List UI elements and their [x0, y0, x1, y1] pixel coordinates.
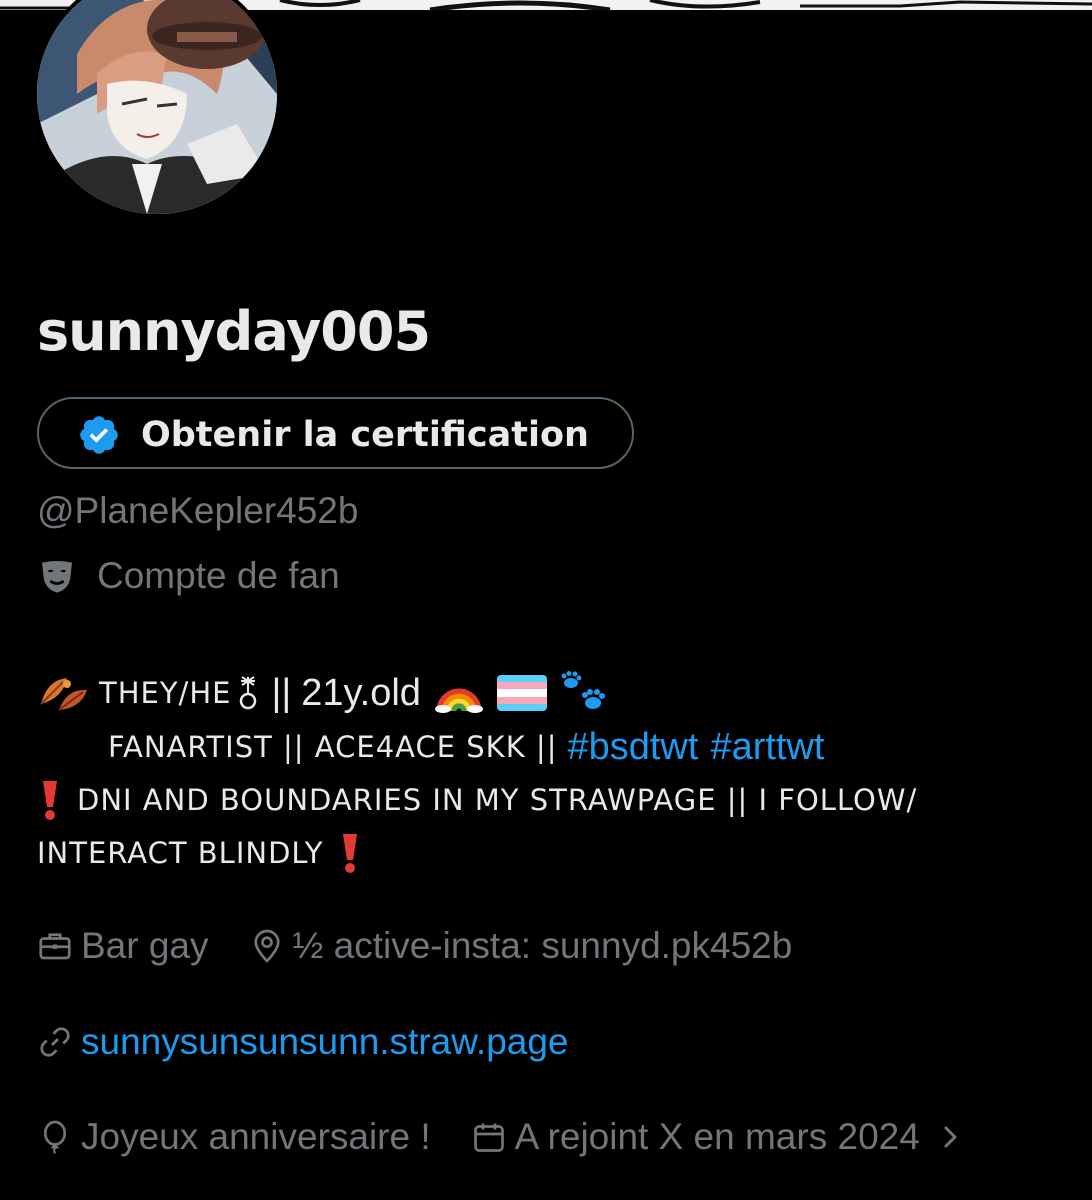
fallen-leaves-icon [40, 678, 87, 711]
hashtag-arttwt-link[interactable]: #arttwt [710, 726, 824, 769]
rainbow-icon [434, 688, 483, 713]
bio-pronouns: THEY/HE [99, 676, 232, 710]
bio-line-4-text: INTERACT BLINDLY [37, 836, 324, 870]
exclamation-icon [43, 781, 57, 820]
bio-separator: || [271, 671, 292, 714]
bio-line-2-text: FANARTIST || ACE4ACE SKK || [108, 730, 558, 764]
calendar-icon [473, 1123, 504, 1152]
display-name: sunnyday005 [37, 300, 431, 363]
job-label: Bar gay [81, 925, 209, 966]
joined-label[interactable]: A rejoint X en mars 2024 [515, 1116, 920, 1158]
get-verified-button[interactable]: Obtenir la certification [37, 397, 634, 469]
briefcase-icon [39, 933, 71, 960]
profile-category: Compte de fan [37, 553, 340, 599]
profile-dates-row: Joyeux anniversaire ! A rejoint X en mar… [37, 1113, 964, 1161]
bio-line-3: DNI AND BOUNDARIES IN MY STRAWPAGE || I … [37, 775, 917, 825]
bio-line-1: THEY/HE || 21y.old [37, 668, 609, 718]
birthday-label: Joyeux anniversaire ! [81, 1116, 431, 1157]
balloon-icon [43, 1120, 67, 1154]
website-row[interactable]: sunnysunsunsunn.straw.page [37, 1018, 569, 1066]
avatar[interactable] [33, 0, 281, 218]
chevron-right-icon[interactable] [938, 1120, 964, 1154]
transgender-flag-icon [496, 675, 547, 711]
bio-line-2: FANARTIST || ACE4ACE SKK || #bsdtwt #art… [108, 722, 824, 772]
location-pin-icon [253, 929, 280, 963]
bio-line-4: INTERACT BLINDLY [37, 828, 363, 878]
get-verified-label: Obtenir la certification [141, 415, 589, 455]
user-handle: @PlaneKepler452b [37, 490, 359, 531]
verified-badge-icon [80, 416, 118, 454]
theater-mask-icon [42, 561, 72, 593]
exclamation-icon [343, 834, 358, 873]
ace-symbol-icon [240, 676, 257, 710]
link-icon [40, 1027, 70, 1057]
profile-meta-row: Bar gay ½ active-insta: sunnyd.pk452b [37, 922, 792, 970]
category-label: Compte de fan [97, 555, 340, 596]
location-label: ½ active-insta: sunnyd.pk452b [292, 925, 793, 966]
website-link[interactable]: sunnysunsunsunn.straw.page [81, 1021, 569, 1063]
bio-age: 21y.old [301, 671, 421, 714]
paw-prints-icon [561, 671, 605, 709]
bio-line-3-text: DNI AND BOUNDARIES IN MY STRAWPAGE || I … [77, 783, 918, 817]
hashtag-bsdtwt-link[interactable]: #bsdtwt [567, 726, 698, 769]
